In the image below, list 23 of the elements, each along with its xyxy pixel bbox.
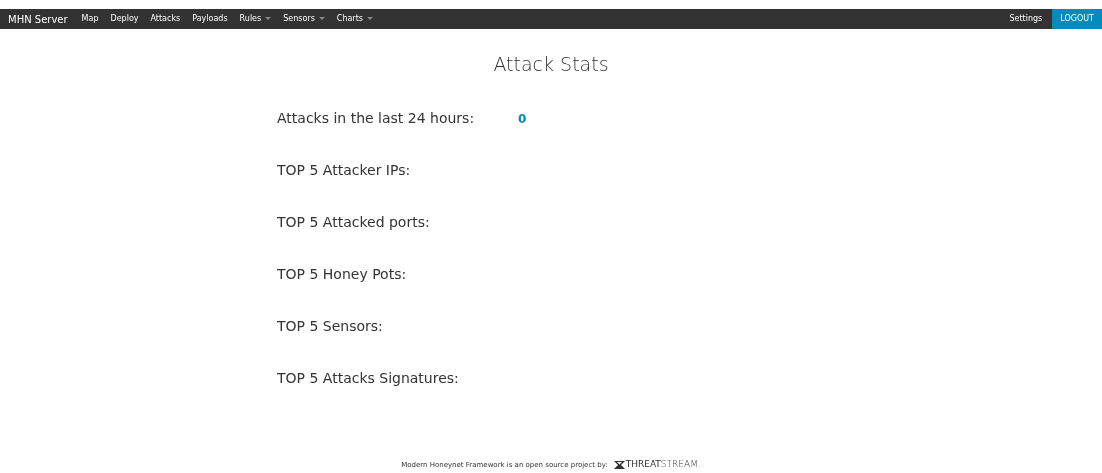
page-title: Attack Stats — [492, 52, 610, 77]
logo-icon — [613, 460, 625, 469]
logout-button[interactable]: LOGOUT — [1052, 9, 1102, 29]
stat-label: TOP 5 Attacks Signatures: — [277, 369, 460, 388]
dropdown-menu[interactable]: Rules — [233, 13, 278, 25]
nav-link[interactable]: Map — [75, 13, 105, 25]
brand-link[interactable]: MHN Server — [0, 11, 76, 27]
stat-label: TOP 5 Attacked ports: — [277, 213, 431, 232]
nav-link[interactable]: Deploy — [104, 13, 145, 25]
stat-label: TOP 5 Attacker IPs: — [277, 161, 412, 180]
stat-label: Attacks in the last 24 hours: — [277, 109, 476, 128]
logo-text: THREATSTREAM. — [625, 458, 701, 471]
dropdown-menu[interactable]: Sensors — [277, 13, 331, 25]
stat-label: TOP 5 Honey Pots: — [277, 265, 408, 284]
dropdown-menu[interactable]: Charts — [330, 13, 379, 25]
stat-label: TOP 5 Sensors: — [277, 317, 384, 336]
caret-icon — [265, 17, 272, 21]
nav-link[interactable]: Attacks — [144, 13, 187, 25]
stat-value: 0 — [518, 110, 527, 128]
caret-icon — [366, 17, 373, 21]
settings-link[interactable]: Settings — [999, 13, 1053, 25]
caret-icon — [318, 17, 325, 21]
nav-link[interactable]: Payloads — [186, 13, 234, 25]
